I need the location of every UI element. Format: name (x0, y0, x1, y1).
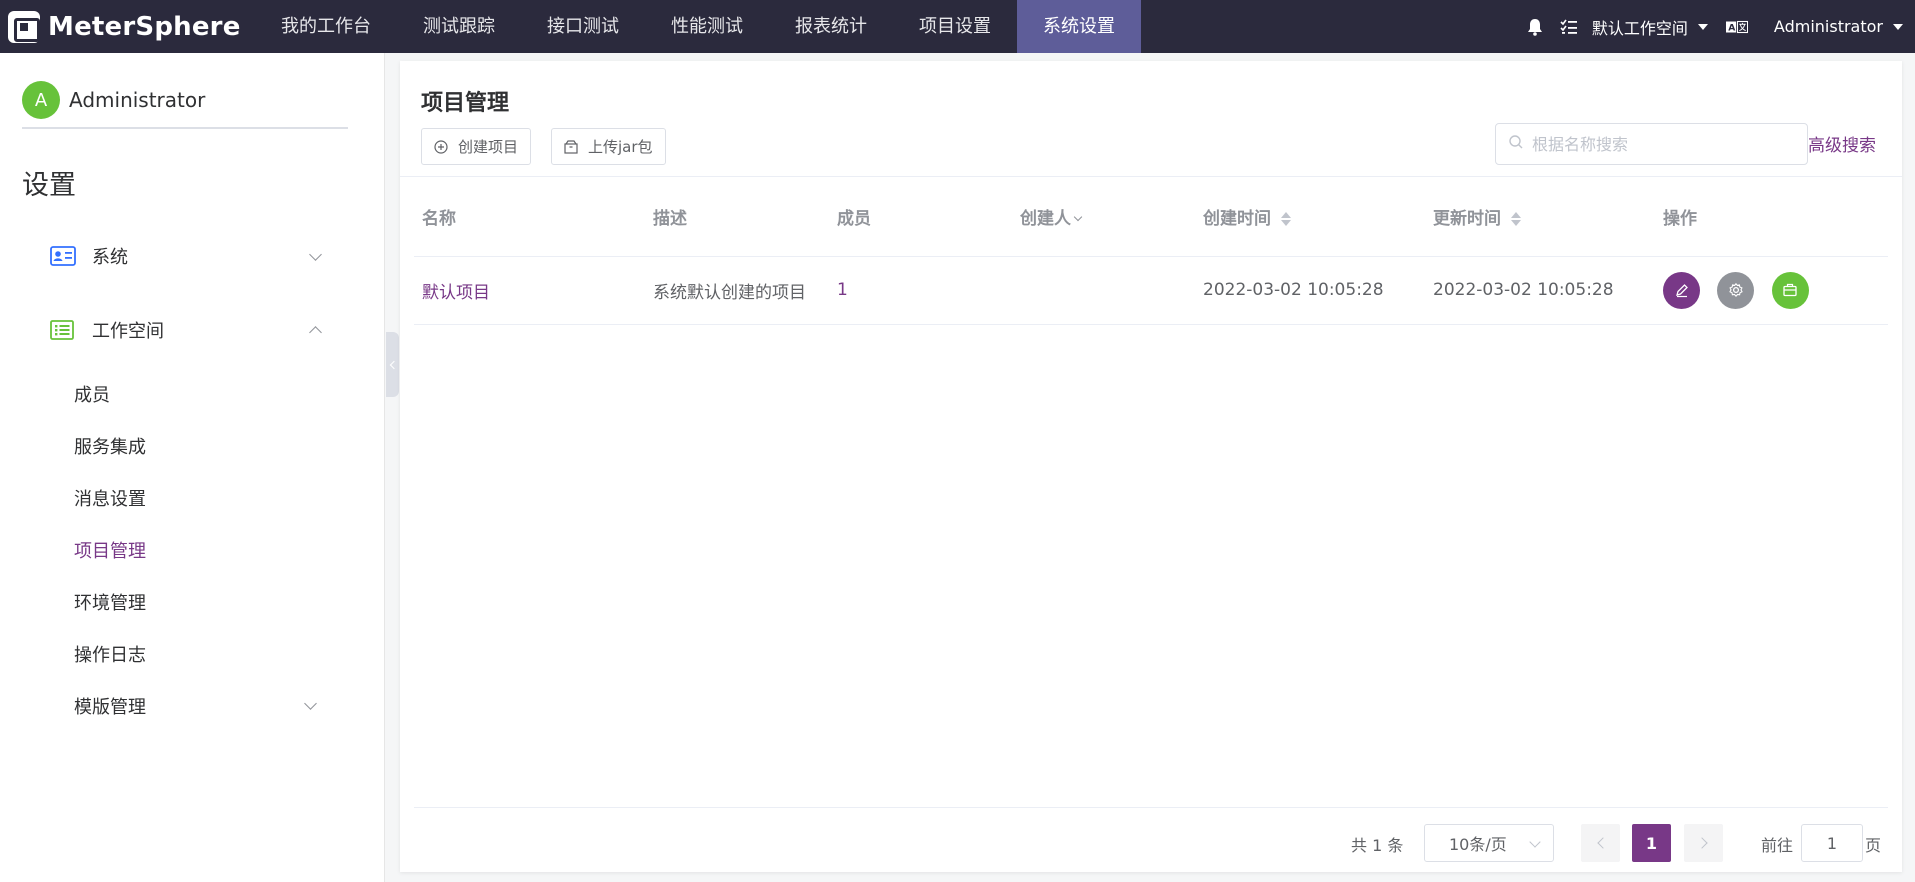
column-header-actions: 操作 (1655, 177, 1888, 257)
avatar: A (22, 81, 60, 119)
goto-label: 前往 (1761, 836, 1794, 855)
project-creator (1012, 256, 1195, 325)
create-project-label: 创建项目 (458, 138, 519, 156)
sidebar-title: 设置 (22, 170, 76, 201)
advanced-search-link[interactable]: 高级搜索 (1808, 131, 1876, 156)
logo[interactable]: MeterSphere (0, 0, 255, 53)
sidebar-group-system[interactable]: 系统 (50, 236, 328, 276)
sidebar-item-project-management[interactable]: 项目管理 (74, 537, 146, 563)
chevron-down-icon (304, 697, 317, 710)
chevron-down-icon (1529, 836, 1541, 848)
chevron-left-icon (389, 360, 399, 369)
create-project-button[interactable]: 创建项目 (421, 128, 532, 165)
search-box (1495, 123, 1808, 165)
search-input[interactable] (1532, 134, 1782, 154)
language-icon[interactable]: A (1725, 16, 1748, 38)
sidebar-item-environment-management[interactable]: 环境管理 (74, 589, 146, 615)
sidebar-item-template-management[interactable]: 模版管理 (74, 693, 146, 719)
column-header-updated-time[interactable]: 更新时间 (1425, 177, 1655, 257)
column-header-creator[interactable]: 创建人 (1012, 177, 1195, 257)
chevron-up-icon (309, 326, 322, 339)
user-menu[interactable]: Administrator (1774, 17, 1903, 36)
sort-icon[interactable] (1511, 211, 1521, 227)
header-actions: 默认工作空间 A Administrator (1524, 0, 1903, 53)
sidebar-group-label: 工作空间 (92, 321, 164, 342)
goto-page-input[interactable] (1801, 824, 1863, 862)
upload-jar-label: 上传jar包 (588, 138, 653, 156)
edit-icon (1675, 284, 1688, 298)
nav-item-project-settings[interactable]: 项目设置 (893, 0, 1017, 53)
bell-icon[interactable] (1524, 16, 1546, 38)
plus-circle-icon (434, 139, 448, 154)
sidebar-username: Administrator (69, 88, 206, 112)
edit-button[interactable] (1663, 271, 1700, 309)
previous-page-button[interactable] (1581, 824, 1620, 862)
gear-icon (1729, 282, 1743, 298)
column-header-name: 名称 (414, 177, 645, 257)
nav-item-system-settings[interactable]: 系统设置 (1017, 0, 1141, 53)
task-list-icon[interactable] (1558, 16, 1580, 38)
project-actions (1655, 256, 1888, 325)
sidebar-collapse-handle[interactable] (386, 332, 399, 397)
divider (414, 807, 1888, 808)
page-size-select[interactable]: 10条/页 (1424, 824, 1554, 862)
sidebar-item-members[interactable]: 成员 (74, 381, 110, 407)
project-members-link[interactable]: 1 (837, 280, 848, 300)
workspace-switcher[interactable]: 默认工作空间 (1592, 15, 1708, 39)
box-icon (564, 139, 578, 154)
nav-item-test-track[interactable]: 测试跟踪 (397, 0, 521, 53)
chevron-left-icon (1596, 837, 1609, 849)
goto-suffix: 页 (1865, 836, 1882, 855)
project-management-panel: 项目管理 创建项目 上传jar包 高级搜索 名称 描述 成员 创建人 创建时间 … (400, 61, 1902, 872)
pagination-total: 共 1 条 (1351, 836, 1404, 855)
sidebar-item-service-integration[interactable]: 服务集成 (74, 433, 146, 459)
top-navbar: MeterSphere 我的工作台 测试跟踪 接口测试 性能测试 报表统计 项目… (0, 0, 1915, 53)
logo-text: MeterSphere (48, 11, 241, 42)
sidebar-user: A Administrator (22, 81, 348, 129)
environment-button[interactable] (1771, 271, 1809, 309)
project-updated-time: 2022-03-02 10:05:28 (1425, 256, 1655, 325)
nav-item-reports[interactable]: 报表统计 (769, 0, 893, 53)
chevron-right-icon (1695, 837, 1708, 849)
sidebar-group-label: 系统 (92, 247, 128, 268)
upload-jar-button[interactable]: 上传jar包 (551, 128, 666, 165)
filter-chevron-icon[interactable] (1073, 212, 1083, 221)
svg-text:A: A (1728, 22, 1736, 33)
nav-item-performance-test[interactable]: 性能测试 (645, 0, 769, 53)
caret-down-icon (1893, 23, 1903, 30)
column-header-created-time[interactable]: 创建时间 (1195, 177, 1425, 257)
page-size-value: 10条/页 (1449, 835, 1507, 854)
page-title: 项目管理 (421, 91, 510, 116)
column-header-members: 成员 (829, 177, 1012, 257)
sidebar-item-message-settings[interactable]: 消息设置 (74, 485, 146, 511)
table-row: 默认项目 系统默认创建的项目 1 2022-03-02 10:05:28 202… (414, 256, 1888, 325)
list-icon (50, 320, 76, 340)
nav-item-workbench[interactable]: 我的工作台 (255, 0, 397, 53)
project-created-time: 2022-03-02 10:05:28 (1195, 256, 1425, 325)
sidebar: A Administrator 设置 系统 工作空间 成员 服务集成 消息设置 … (0, 53, 385, 882)
next-page-button[interactable] (1684, 824, 1723, 862)
caret-down-icon (1697, 23, 1708, 30)
chevron-down-icon (309, 248, 322, 261)
user-name: Administrator (1773, 17, 1883, 36)
sidebar-item-operation-log[interactable]: 操作日志 (74, 641, 146, 667)
table-header-row: 名称 描述 成员 创建人 创建时间 更新时间 操作 (414, 177, 1888, 257)
project-name-link[interactable]: 默认项目 (422, 283, 490, 303)
page-number-current[interactable]: 1 (1632, 824, 1671, 862)
project-settings-button[interactable] (1717, 271, 1755, 309)
main-nav: 我的工作台 测试跟踪 接口测试 性能测试 报表统计 项目设置 系统设置 (255, 0, 1141, 53)
metersphere-logo-icon (8, 10, 40, 43)
project-description: 系统默认创建的项目 (645, 256, 829, 325)
search-icon (1508, 134, 1524, 155)
workspace-name: 默认工作空间 (1591, 18, 1688, 38)
column-header-description: 描述 (645, 177, 829, 257)
briefcase-icon (1783, 283, 1797, 297)
project-table: 名称 描述 成员 创建人 创建时间 更新时间 操作 默认项目 系统默认创建的项目… (414, 177, 1888, 325)
sidebar-group-workspace[interactable]: 工作空间 (50, 310, 328, 350)
id-card-icon (50, 246, 76, 266)
nav-item-api-test[interactable]: 接口测试 (521, 0, 645, 53)
sort-icon[interactable] (1281, 211, 1291, 227)
